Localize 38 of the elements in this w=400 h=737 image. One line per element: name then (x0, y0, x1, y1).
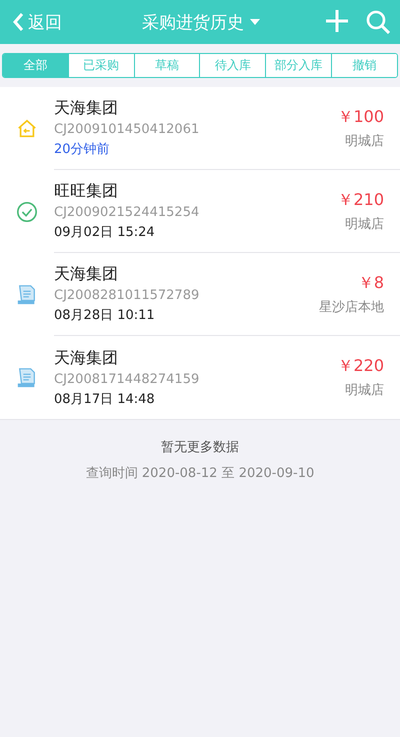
order-row[interactable]: 天海集团 CJ2008171448274159 08月17日 14:48 ￥220 明城店 (0, 336, 400, 419)
supplier-name: 天海集团 (54, 348, 119, 368)
store-name: 明城店 (345, 216, 384, 232)
order-row[interactable]: 天海集团 CJ2009101450412061 20分钟前 ￥100 明城店 (0, 87, 400, 170)
order-row[interactable]: 天海集团 CJ2008281011572789 08月28日 10:11 ￥8 星沙店本地 (0, 253, 400, 336)
order-time: 09月02日 15:24 (54, 224, 156, 241)
store-name: 星沙店本地 (319, 298, 384, 316)
order-amount: ￥210 (337, 190, 384, 210)
caret-icon (250, 19, 260, 25)
document-icon (16, 284, 38, 306)
back-button[interactable]: 返回 (12, 10, 102, 34)
order-number: CJ2008171448274159 (54, 372, 200, 386)
order-time: 08月28日 10:11 (54, 307, 156, 324)
title-dropdown[interactable]: 采购进货历史 (142, 10, 260, 34)
order-amount: ￥220 (337, 356, 384, 377)
order-time: 20分钟前 (54, 141, 111, 158)
order-time: 08月17日 14:48 (54, 390, 156, 408)
store-name: 明城店 (345, 132, 384, 150)
supplier-name: 旺旺集团 (54, 181, 119, 202)
add-icon[interactable] (326, 10, 348, 32)
house-icon (16, 118, 38, 140)
supplier-name: 天海集团 (54, 98, 119, 119)
order-number: CJ2009021524415254 (54, 205, 200, 220)
filter-tab[interactable]: 撤销 (331, 54, 397, 77)
order-row[interactable]: 旺旺集团 CJ2009021524415254 09月02日 15:24 ￥210 明城店 (0, 170, 400, 253)
store-name: 明城店 (345, 382, 384, 399)
order-number: CJ2008281011572789 (54, 288, 200, 303)
document-icon (16, 366, 38, 388)
check-circle-icon (16, 200, 38, 222)
search-icon[interactable] (366, 10, 390, 34)
filter-tab[interactable]: 全部 (3, 54, 68, 77)
query-range: 查询时间 2020-08-12 至 2020-09-10 (86, 465, 314, 482)
order-number: CJ2009101450412061 (54, 122, 200, 137)
end-note: 暂无更多数据 (161, 439, 239, 456)
order-amount: ￥8 (358, 272, 384, 294)
supplier-name: 天海集团 (54, 264, 119, 285)
chevron-left-icon (12, 12, 24, 32)
order-amount: ￥100 (337, 106, 384, 128)
